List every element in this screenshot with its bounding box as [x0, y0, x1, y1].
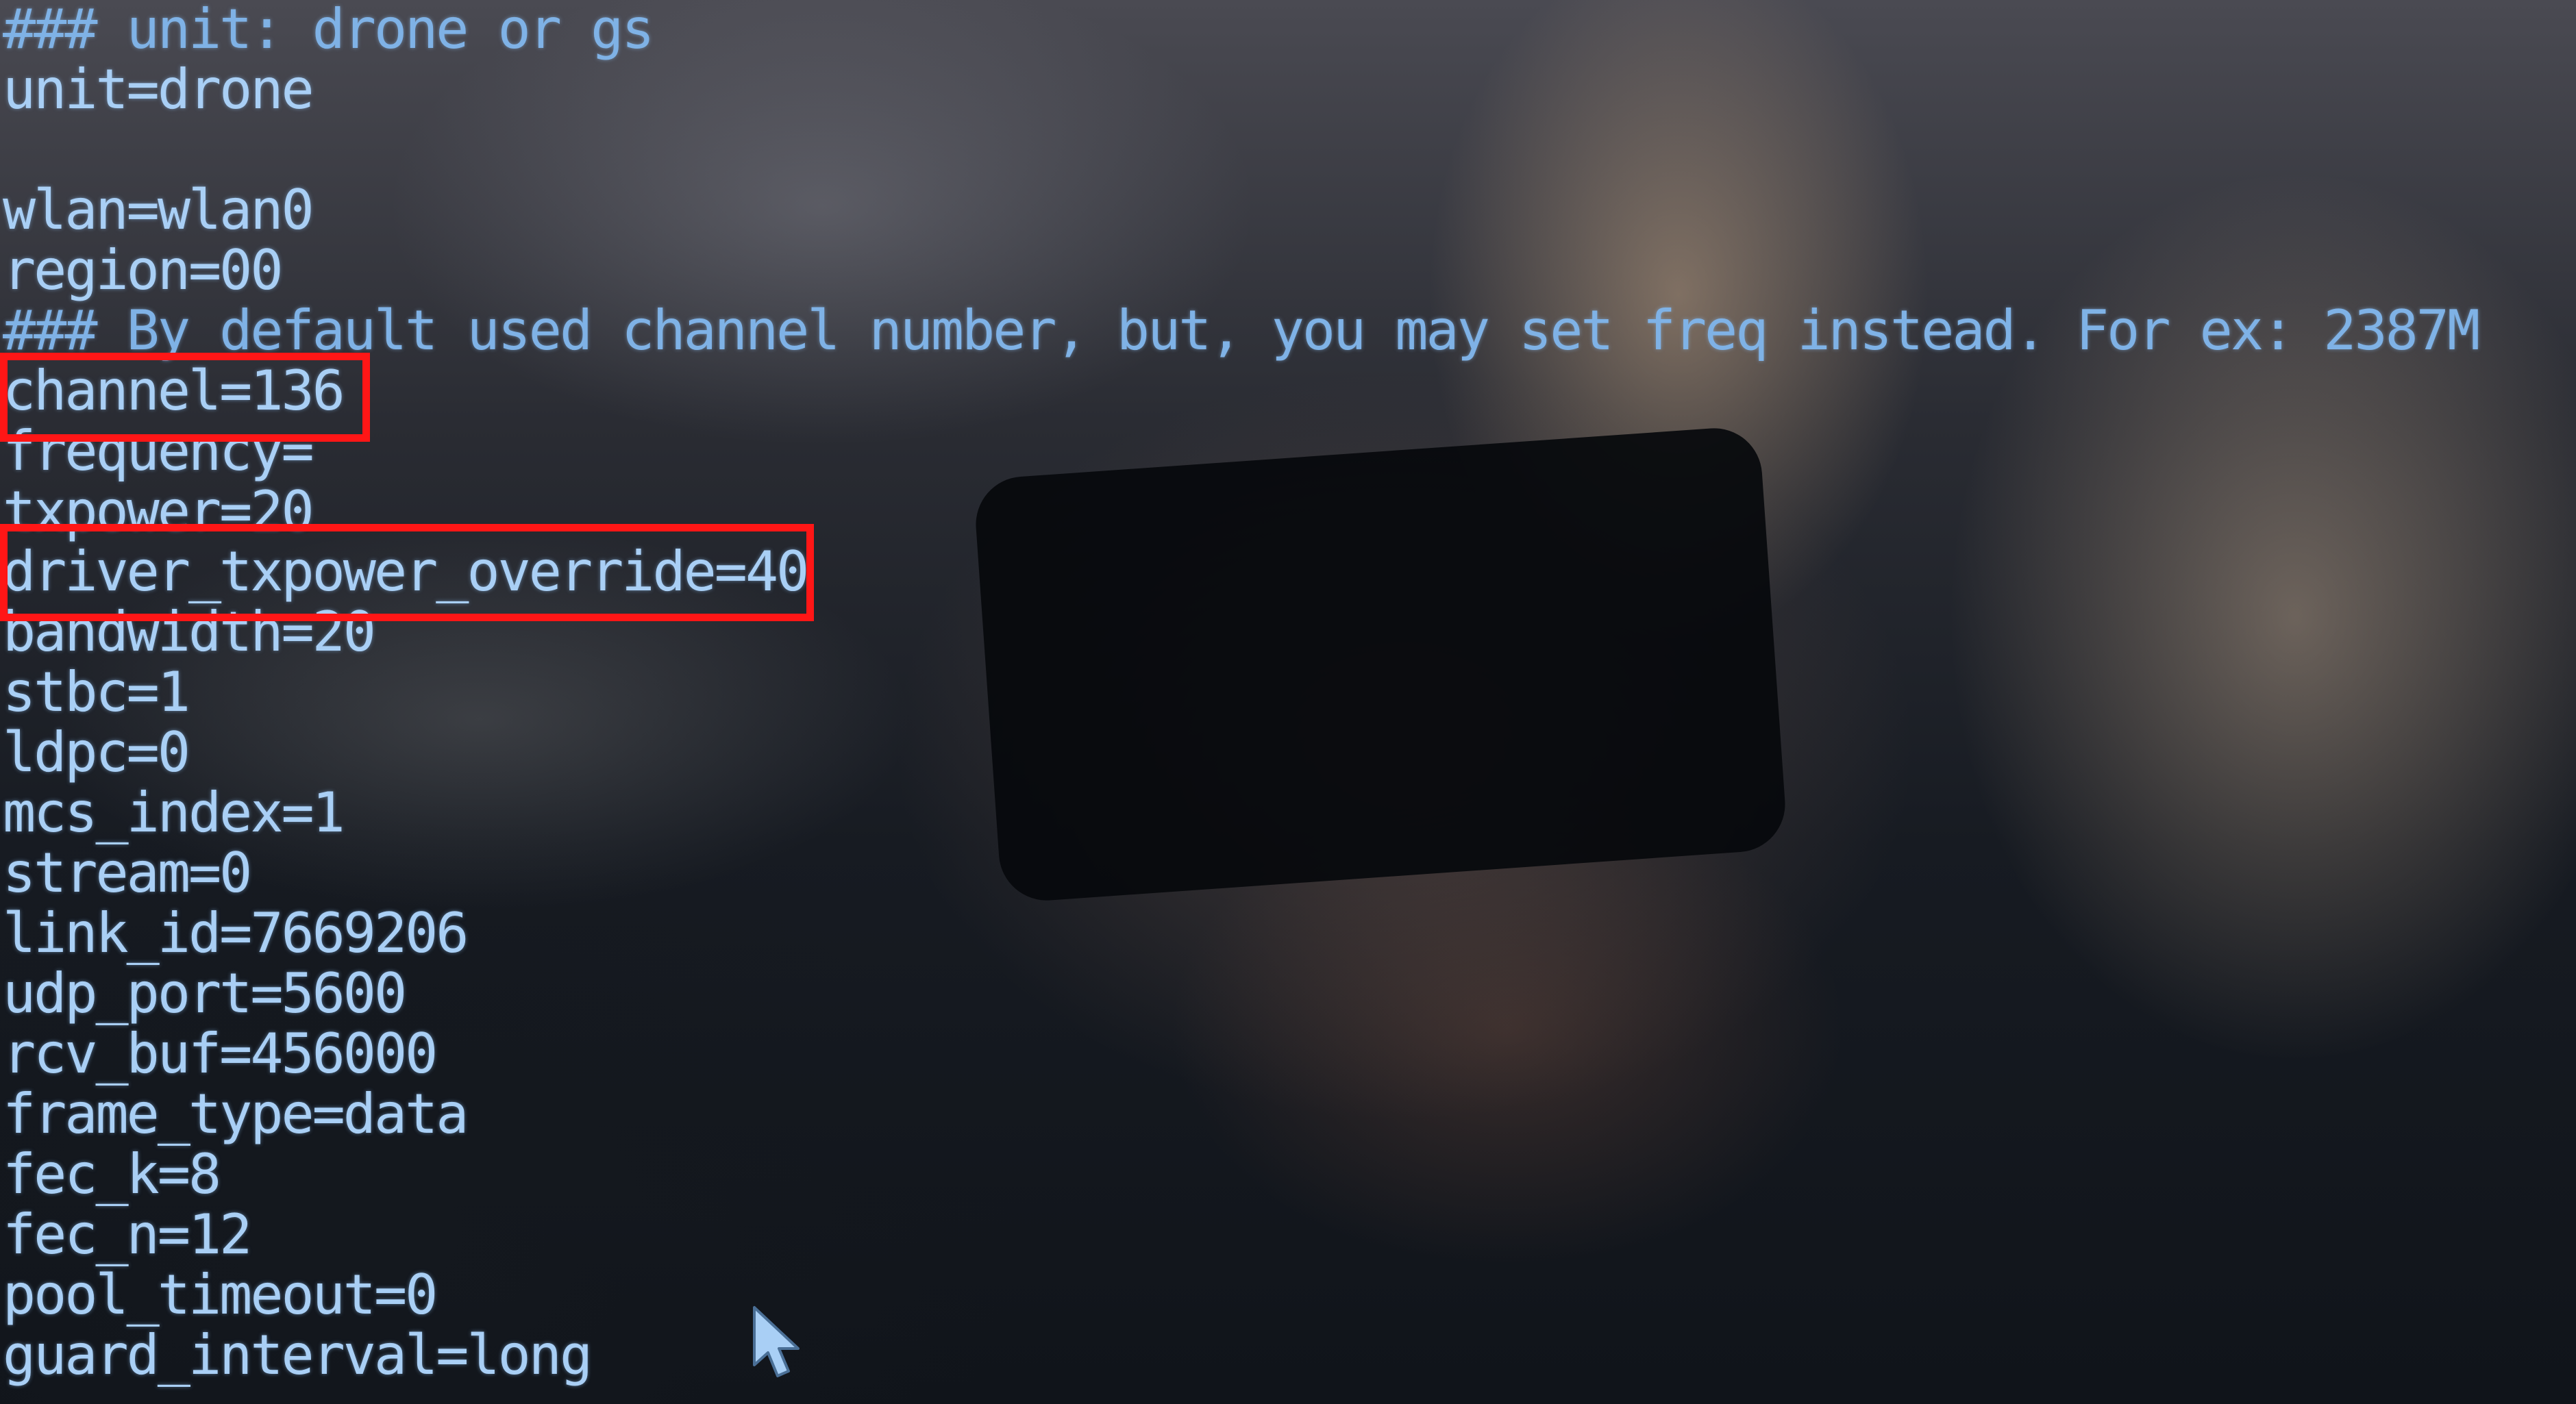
terminal-window: ### unit: drone or gs unit=drone wlan=wl… — [0, 0, 2576, 1404]
config-line-frame-type: frame_type=data — [3, 1082, 469, 1146]
config-line-wlan: wlan=wlan0 — [3, 178, 314, 242]
config-comment-channel: ### By default used channel number, but,… — [3, 299, 2480, 362]
config-line-unit: unit=drone — [3, 58, 314, 121]
config-line-guard-interval: guard_interval=long — [3, 1323, 593, 1387]
highlight-box-txpower-override — [0, 524, 814, 621]
config-comment-unit: ### unit: drone or gs — [3, 0, 654, 61]
config-line-fec-n: fec_n=12 — [3, 1203, 252, 1266]
config-line-fec-k: fec_k=8 — [3, 1142, 221, 1206]
config-line-region: region=00 — [3, 238, 283, 302]
highlight-box-channel — [0, 353, 370, 442]
config-line-ldpc: ldpc=0 — [3, 720, 190, 784]
config-line-pool-timeout: pool_timeout=0 — [3, 1263, 438, 1327]
config-line-rcv-buf: rcv_buf=456000 — [3, 1022, 438, 1086]
config-line-stream: stream=0 — [3, 841, 252, 905]
mouse-pointer-icon — [753, 1306, 800, 1377]
config-line-udp-port: udp_port=5600 — [3, 962, 407, 1025]
config-line-link-id: link_id=7669206 — [3, 901, 469, 965]
config-line-stbc: stbc=1 — [3, 660, 190, 724]
config-line-mcs-index: mcs_index=1 — [3, 781, 345, 844]
